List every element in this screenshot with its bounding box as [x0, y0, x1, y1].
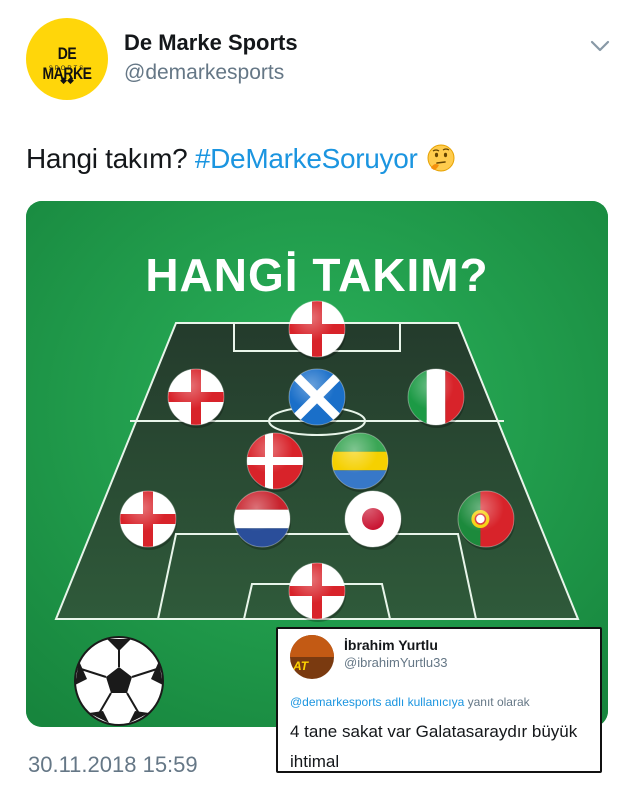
reply-avatar-text: AT	[293, 659, 309, 673]
graphic-headline: HANGİ TAKIM?	[145, 249, 488, 301]
reply-display-name[interactable]: İbrahim Yurtlu	[344, 637, 438, 653]
reply-to-suffix: yanıt olarak	[464, 695, 530, 709]
user-handle[interactable]: @demarkesports	[124, 61, 284, 85]
reply-user-handle[interactable]: @ibrahimYurtlu33	[344, 655, 448, 670]
avatar[interactable]: DE MARKE SPORTS ◆◆	[26, 18, 108, 100]
reply-to-mention-link[interactable]: @demarkesports adlı kullanıcıya	[290, 695, 464, 709]
thinking-face-emoji-icon	[427, 144, 455, 172]
avatar-logo-dots: ◆◆	[60, 76, 74, 86]
reply-text: 4 tane sakat var Galatasaraydır büyük ih…	[290, 722, 578, 771]
reply-avatar[interactable]: AT	[290, 635, 334, 679]
display-name[interactable]: De Marke Sports	[124, 30, 298, 56]
tweet-text: Hangi takım? #DeMarkeSoruyor	[26, 143, 456, 175]
tweet-timestamp[interactable]: 30.11.2018 15:59	[28, 752, 198, 778]
tweet-header: DE MARKE SPORTS ◆◆ De Marke Sports @dema…	[0, 0, 635, 110]
replying-to-line: @demarkesports adlı kullanıcıya yanıt ol…	[290, 695, 530, 709]
avatar-logo-subtext: SPORTS	[48, 66, 86, 72]
tweet-text-plain: Hangi takım?	[26, 143, 195, 174]
soccer-ball-icon	[74, 636, 164, 726]
reply-card[interactable]: AT İbrahim Yurtlu @ibrahimYurtlu33 @dema…	[276, 627, 602, 773]
chevron-down-icon[interactable]	[589, 37, 611, 55]
hashtag-link[interactable]: #DeMarkeSoruyor	[195, 143, 418, 174]
reply-avatar-band	[290, 635, 334, 657]
